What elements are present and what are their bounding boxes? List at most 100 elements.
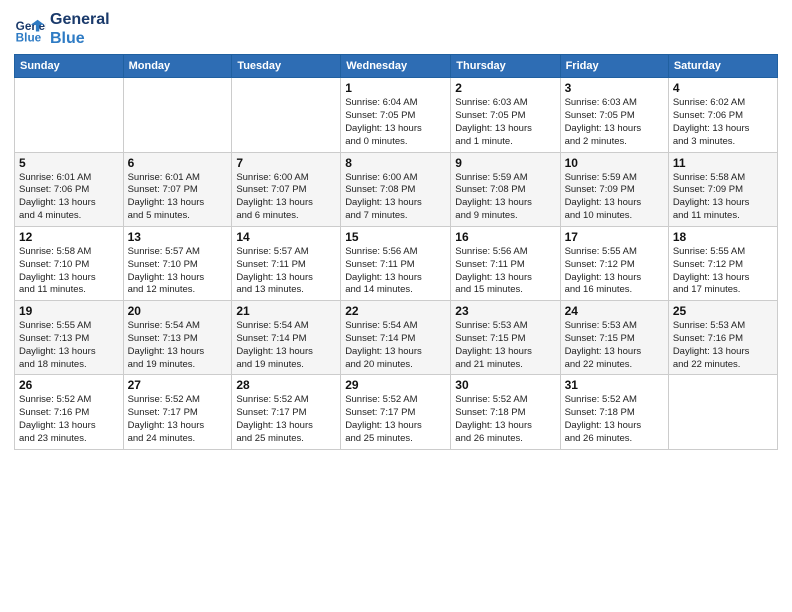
day-number: 3 (565, 81, 664, 95)
week-row-3: 12Sunrise: 5:58 AM Sunset: 7:10 PM Dayli… (15, 226, 778, 300)
day-info: Sunrise: 5:52 AM Sunset: 7:17 PM Dayligh… (236, 394, 336, 445)
day-info: Sunrise: 5:54 AM Sunset: 7:14 PM Dayligh… (236, 320, 336, 371)
day-info: Sunrise: 5:55 AM Sunset: 7:12 PM Dayligh… (565, 246, 664, 297)
day-cell-27: 27 Sunrise: 5:52 AM Sunset: 7:17 PM Dayli… (123, 375, 232, 449)
day-cell-21: 21 Sunrise: 5:54 AM Sunset: 7:14 PM Dayli… (232, 301, 341, 375)
day-info: Sunrise: 6:02 AM Sunset: 7:06 PM Dayligh… (673, 97, 773, 148)
day-info: Sunrise: 6:01 AM Sunset: 7:06 PM Dayligh… (19, 172, 119, 223)
day-cell-6: 6Sunrise: 6:01 AM Sunset: 7:07 PM Daylig… (123, 152, 232, 226)
day-info: Sunrise: 5:53 AM Sunset: 7:15 PM Dayligh… (565, 320, 664, 371)
day-cell-2: 2 Sunrise: 6:03 AM Sunset: 7:05 PM Daylig… (451, 78, 560, 152)
logo-text: General Blue (50, 10, 110, 48)
day-number: 26 (19, 378, 119, 392)
empty-cell (15, 78, 124, 152)
day-cell-26: 26 Sunrise: 5:52 AM Sunset: 7:16 PM Dayli… (15, 375, 124, 449)
empty-cell (232, 78, 341, 152)
day-info: Sunrise: 5:52 AM Sunset: 7:17 PM Dayligh… (128, 394, 228, 445)
week-row-1: 1 Sunrise: 6:04 AM Sunset: 7:05 PM Daylig… (15, 78, 778, 152)
day-cell-5: 5Sunrise: 6:01 AM Sunset: 7:06 PM Daylig… (15, 152, 124, 226)
day-cell-18: 18Sunrise: 5:55 AM Sunset: 7:12 PM Dayli… (668, 226, 777, 300)
day-cell-15: 15Sunrise: 5:56 AM Sunset: 7:11 PM Dayli… (341, 226, 451, 300)
calendar: SundayMondayTuesdayWednesdayThursdayFrid… (14, 54, 778, 449)
header: General Blue General Blue (14, 10, 778, 48)
day-number: 21 (236, 304, 336, 318)
day-info: Sunrise: 5:55 AM Sunset: 7:13 PM Dayligh… (19, 320, 119, 371)
calendar-header-row: SundayMondayTuesdayWednesdayThursdayFrid… (15, 55, 778, 78)
logo-icon: General Blue (14, 13, 46, 45)
day-info: Sunrise: 5:59 AM Sunset: 7:08 PM Dayligh… (455, 172, 555, 223)
day-info: Sunrise: 5:52 AM Sunset: 7:18 PM Dayligh… (565, 394, 664, 445)
day-cell-8: 8 Sunrise: 6:00 AM Sunset: 7:08 PM Daylig… (341, 152, 451, 226)
day-number: 29 (345, 378, 446, 392)
col-header-saturday: Saturday (668, 55, 777, 78)
col-header-monday: Monday (123, 55, 232, 78)
day-info: Sunrise: 5:59 AM Sunset: 7:09 PM Dayligh… (565, 172, 664, 223)
day-number: 13 (128, 230, 228, 244)
day-info: Sunrise: 5:57 AM Sunset: 7:10 PM Dayligh… (128, 246, 228, 297)
day-number: 8 (345, 156, 446, 170)
day-cell-1: 1 Sunrise: 6:04 AM Sunset: 7:05 PM Daylig… (341, 78, 451, 152)
day-number: 1 (345, 81, 446, 95)
day-info: Sunrise: 5:54 AM Sunset: 7:13 PM Dayligh… (128, 320, 228, 371)
week-row-4: 19 Sunrise: 5:55 AM Sunset: 7:13 PM Dayli… (15, 301, 778, 375)
day-cell-3: 3Sunrise: 6:03 AM Sunset: 7:05 PM Daylig… (560, 78, 668, 152)
empty-cell (123, 78, 232, 152)
day-cell-29: 29 Sunrise: 5:52 AM Sunset: 7:17 PM Dayli… (341, 375, 451, 449)
week-row-2: 5Sunrise: 6:01 AM Sunset: 7:06 PM Daylig… (15, 152, 778, 226)
day-number: 31 (565, 378, 664, 392)
day-number: 2 (455, 81, 555, 95)
day-number: 25 (673, 304, 773, 318)
col-header-sunday: Sunday (15, 55, 124, 78)
day-number: 11 (673, 156, 773, 170)
day-info: Sunrise: 5:52 AM Sunset: 7:17 PM Dayligh… (345, 394, 446, 445)
svg-text:Blue: Blue (16, 32, 42, 45)
day-info: Sunrise: 6:00 AM Sunset: 7:08 PM Dayligh… (345, 172, 446, 223)
day-number: 9 (455, 156, 555, 170)
col-header-friday: Friday (560, 55, 668, 78)
day-cell-10: 10 Sunrise: 5:59 AM Sunset: 7:09 PM Dayli… (560, 152, 668, 226)
day-info: Sunrise: 5:53 AM Sunset: 7:16 PM Dayligh… (673, 320, 773, 371)
day-cell-30: 30 Sunrise: 5:52 AM Sunset: 7:18 PM Dayli… (451, 375, 560, 449)
day-info: Sunrise: 5:52 AM Sunset: 7:18 PM Dayligh… (455, 394, 555, 445)
day-number: 16 (455, 230, 555, 244)
day-info: Sunrise: 6:03 AM Sunset: 7:05 PM Dayligh… (455, 97, 555, 148)
col-header-thursday: Thursday (451, 55, 560, 78)
day-number: 10 (565, 156, 664, 170)
day-cell-16: 16 Sunrise: 5:56 AM Sunset: 7:11 PM Dayli… (451, 226, 560, 300)
day-cell-19: 19 Sunrise: 5:55 AM Sunset: 7:13 PM Dayli… (15, 301, 124, 375)
day-number: 19 (19, 304, 119, 318)
day-number: 22 (345, 304, 446, 318)
day-number: 23 (455, 304, 555, 318)
empty-cell (668, 375, 777, 449)
day-info: Sunrise: 6:01 AM Sunset: 7:07 PM Dayligh… (128, 172, 228, 223)
day-info: Sunrise: 5:52 AM Sunset: 7:16 PM Dayligh… (19, 394, 119, 445)
day-number: 28 (236, 378, 336, 392)
logo: General Blue General Blue (14, 10, 110, 48)
day-number: 24 (565, 304, 664, 318)
page: General Blue General Blue SundayMondayTu… (0, 0, 792, 612)
day-info: Sunrise: 5:58 AM Sunset: 7:10 PM Dayligh… (19, 246, 119, 297)
day-number: 30 (455, 378, 555, 392)
day-cell-14: 14Sunrise: 5:57 AM Sunset: 7:11 PM Dayli… (232, 226, 341, 300)
day-cell-12: 12Sunrise: 5:58 AM Sunset: 7:10 PM Dayli… (15, 226, 124, 300)
day-cell-9: 9 Sunrise: 5:59 AM Sunset: 7:08 PM Daylig… (451, 152, 560, 226)
day-info: Sunrise: 6:04 AM Sunset: 7:05 PM Dayligh… (345, 97, 446, 148)
day-info: Sunrise: 5:53 AM Sunset: 7:15 PM Dayligh… (455, 320, 555, 371)
day-number: 4 (673, 81, 773, 95)
day-cell-23: 23 Sunrise: 5:53 AM Sunset: 7:15 PM Dayli… (451, 301, 560, 375)
day-number: 27 (128, 378, 228, 392)
day-info: Sunrise: 5:57 AM Sunset: 7:11 PM Dayligh… (236, 246, 336, 297)
day-cell-22: 22 Sunrise: 5:54 AM Sunset: 7:14 PM Dayli… (341, 301, 451, 375)
day-cell-4: 4 Sunrise: 6:02 AM Sunset: 7:06 PM Daylig… (668, 78, 777, 152)
day-info: Sunrise: 5:56 AM Sunset: 7:11 PM Dayligh… (455, 246, 555, 297)
day-info: Sunrise: 5:54 AM Sunset: 7:14 PM Dayligh… (345, 320, 446, 371)
day-cell-7: 7Sunrise: 6:00 AM Sunset: 7:07 PM Daylig… (232, 152, 341, 226)
day-number: 20 (128, 304, 228, 318)
day-number: 7 (236, 156, 336, 170)
day-number: 18 (673, 230, 773, 244)
day-cell-24: 24 Sunrise: 5:53 AM Sunset: 7:15 PM Dayli… (560, 301, 668, 375)
week-row-5: 26 Sunrise: 5:52 AM Sunset: 7:16 PM Dayli… (15, 375, 778, 449)
day-number: 17 (565, 230, 664, 244)
col-header-tuesday: Tuesday (232, 55, 341, 78)
day-number: 15 (345, 230, 446, 244)
